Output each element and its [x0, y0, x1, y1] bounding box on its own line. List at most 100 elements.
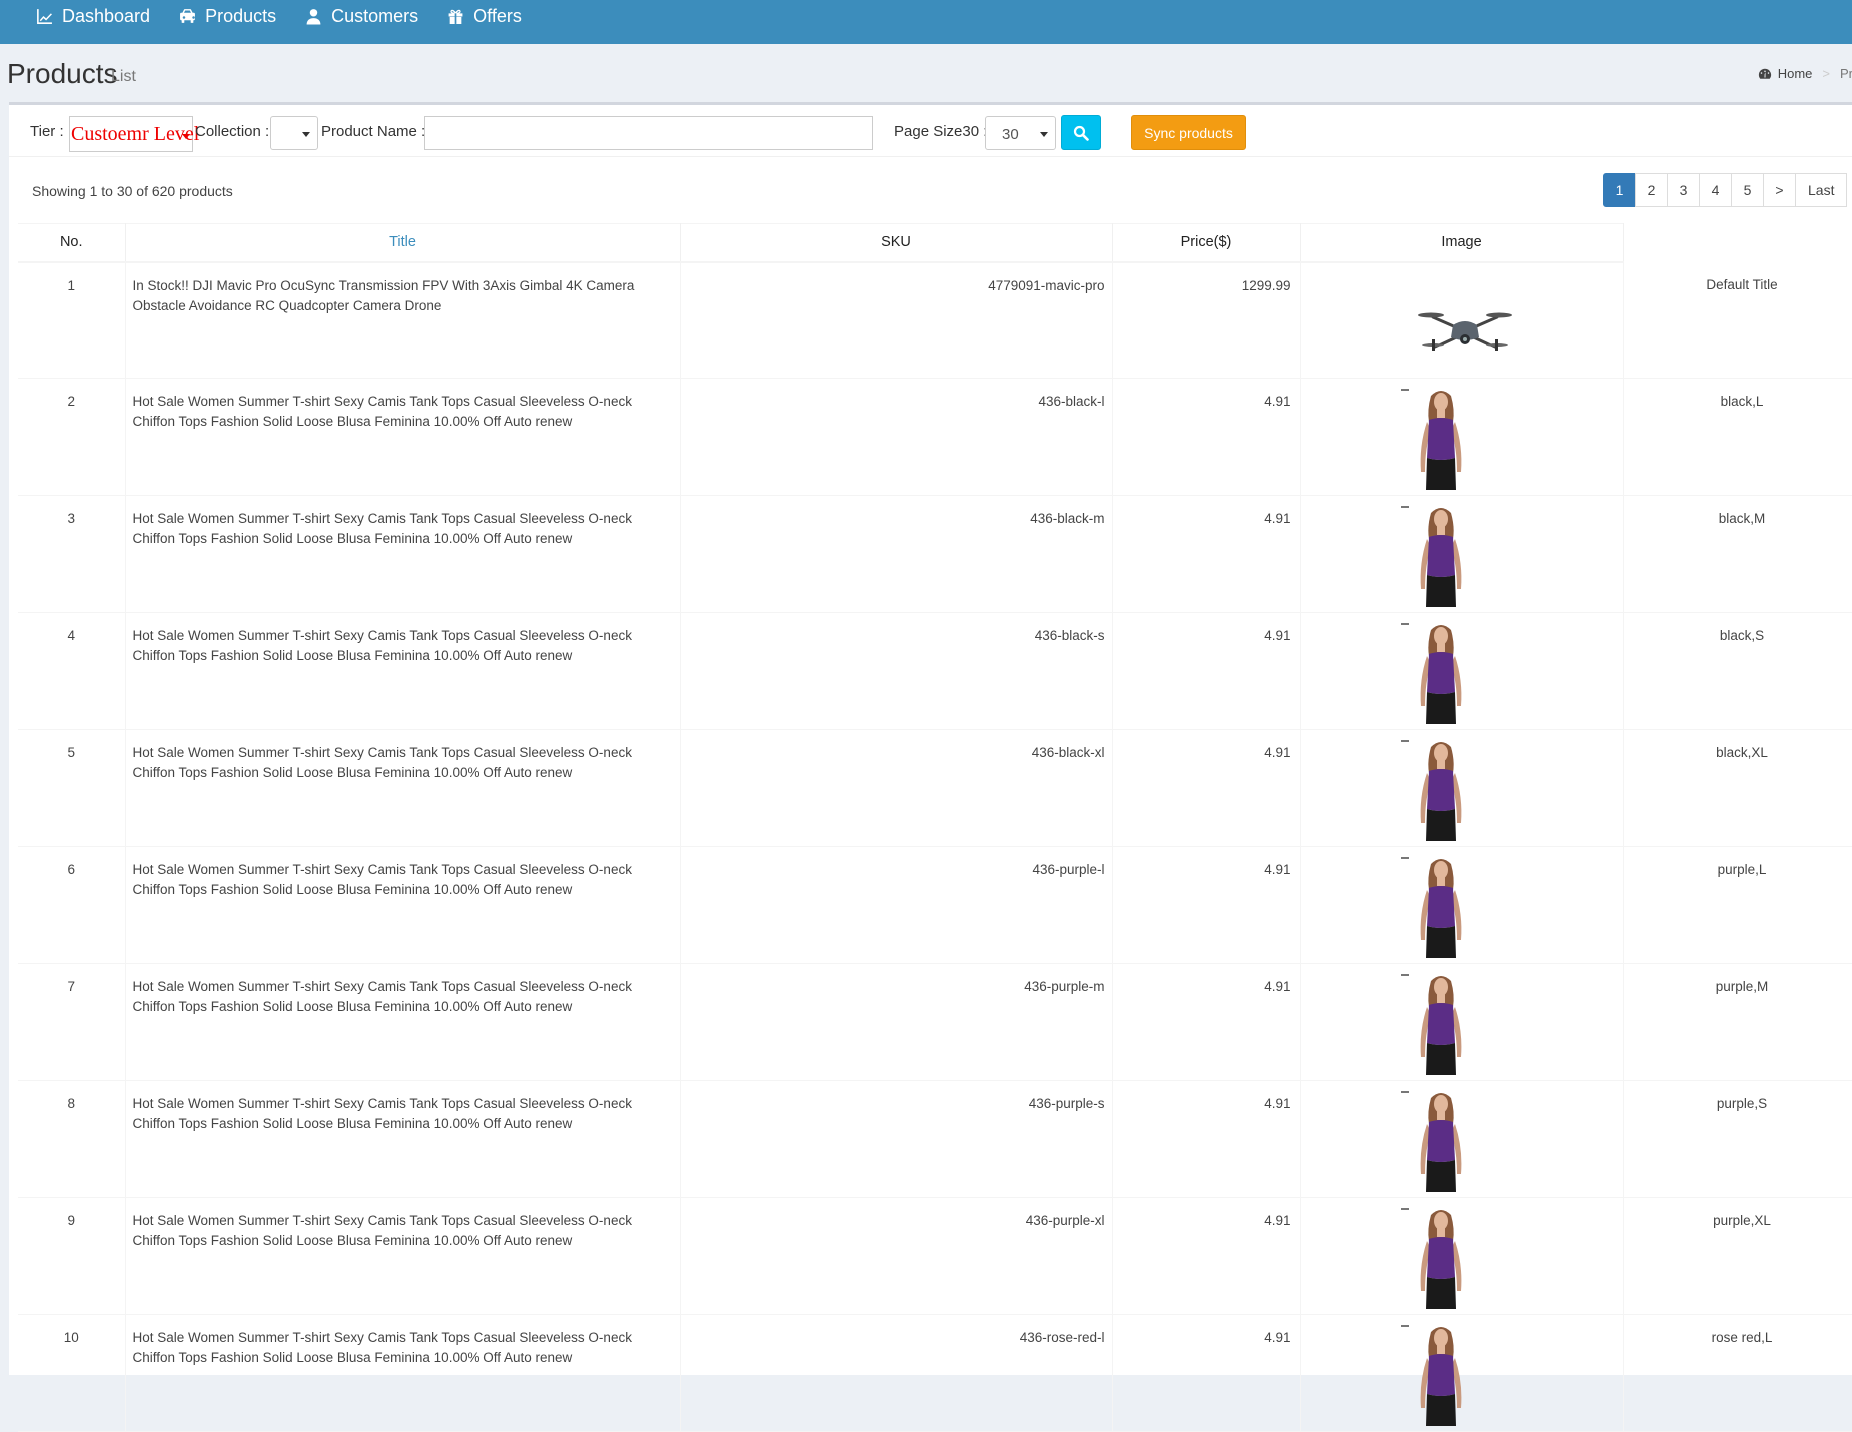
product-title: Hot Sale Women Summer T-shirt Sexy Camis…	[125, 378, 681, 496]
products-table: No. Title SKU Price($) Image 1 In Stock!…	[18, 223, 1852, 1432]
image-dash	[1400, 857, 1409, 859]
product-image-cell	[1300, 729, 1624, 847]
collection-label: Collection :	[195, 123, 270, 140]
product-name-input[interactable]	[424, 116, 873, 150]
tank-top-image	[1420, 391, 1461, 490]
product-sku: 4779091-mavic-pro	[680, 261, 1113, 379]
page-1-button[interactable]: 1	[1603, 173, 1636, 207]
row-number: 1	[18, 261, 126, 379]
breadcrumb-home[interactable]: Home	[1778, 66, 1813, 81]
dashboard-icon	[1758, 68, 1771, 79]
column-header-title[interactable]: Title	[125, 223, 681, 263]
tier-value: Custoemr Level	[71, 123, 200, 145]
product-thumbnail[interactable]	[1400, 620, 1521, 724]
product-title: Hot Sale Women Summer T-shirt Sexy Camis…	[125, 1314, 681, 1432]
tank-top-image	[1420, 742, 1461, 841]
sync-products-button[interactable]: Sync products	[1131, 115, 1246, 150]
search-icon	[1073, 125, 1089, 141]
page-2-button[interactable]: 2	[1635, 173, 1668, 207]
product-title: Hot Sale Women Summer T-shirt Sexy Camis…	[125, 1080, 681, 1198]
image-dash	[1400, 974, 1409, 976]
product-sku: 436-black-l	[680, 378, 1113, 496]
product-image-cell	[1300, 1197, 1624, 1315]
product-title: Hot Sale Women Summer T-shirt Sexy Camis…	[125, 1197, 681, 1315]
page-size-value: 30	[1002, 126, 1019, 143]
product-variant: purple,L	[1623, 846, 1852, 964]
breadcrumb: Home > Products	[1758, 66, 1852, 81]
product-variant: purple,S	[1623, 1080, 1852, 1198]
chevron-down-icon	[1040, 132, 1048, 137]
table-row: 9 Hot Sale Women Summer T-shirt Sexy Cam…	[18, 1197, 1852, 1315]
breadcrumb-separator: >	[1822, 66, 1830, 81]
last-page-button[interactable]: Last	[1795, 173, 1848, 207]
product-thumbnail[interactable]	[1400, 737, 1521, 841]
product-sku: 436-purple-m	[680, 963, 1113, 1081]
page-5-button[interactable]: 5	[1731, 173, 1764, 207]
product-thumbnail[interactable]	[1400, 386, 1521, 490]
product-variant: purple,XL	[1623, 1197, 1852, 1315]
row-number: 5	[18, 729, 126, 847]
tank-top-image	[1420, 859, 1461, 958]
product-title: Hot Sale Women Summer T-shirt Sexy Camis…	[125, 963, 681, 1081]
table-row: 3 Hot Sale Women Summer T-shirt Sexy Cam…	[18, 495, 1852, 613]
column-header-no: No.	[18, 223, 126, 263]
product-image-cell	[1300, 963, 1624, 1081]
collection-select[interactable]	[270, 116, 318, 150]
table-row: 2 Hot Sale Women Summer T-shirt Sexy Cam…	[18, 378, 1852, 496]
product-variant: black,S	[1623, 612, 1852, 730]
column-header-variant	[1623, 223, 1852, 262]
product-title: Hot Sale Women Summer T-shirt Sexy Camis…	[125, 846, 681, 964]
chevron-down-icon	[302, 132, 310, 137]
product-thumbnail[interactable]	[1400, 854, 1521, 958]
product-image-cell	[1300, 612, 1624, 730]
row-number: 9	[18, 1197, 126, 1315]
next-page-button[interactable]: >	[1763, 173, 1796, 207]
nav-item-products[interactable]: Products	[179, 0, 276, 38]
product-thumbnail[interactable]	[1415, 301, 1515, 361]
product-image-cell	[1300, 1080, 1624, 1198]
product-image-cell	[1300, 846, 1624, 964]
page-title: Products	[7, 58, 118, 89]
row-number: 2	[18, 378, 126, 496]
search-button[interactable]	[1061, 115, 1101, 150]
row-number: 3	[18, 495, 126, 613]
product-price: 4.91	[1112, 846, 1301, 964]
product-price: 4.91	[1112, 378, 1301, 496]
pagination: 1 2 3 4 5 > Last	[1603, 173, 1848, 207]
chevron-down-icon	[182, 134, 190, 139]
product-variant: black,L	[1623, 378, 1852, 496]
page-4-button[interactable]: 4	[1699, 173, 1732, 207]
table-row: 8 Hot Sale Women Summer T-shirt Sexy Cam…	[18, 1080, 1852, 1198]
nav-label: Offers	[473, 5, 522, 26]
product-thumbnail[interactable]	[1400, 503, 1521, 607]
tier-select[interactable]: Custoemr Level	[69, 116, 199, 152]
product-title: In Stock!! DJI Mavic Pro OcuSync Transmi…	[125, 261, 681, 379]
column-header-sku: SKU	[680, 223, 1113, 263]
nav-label: Dashboard	[62, 5, 151, 26]
product-thumbnail[interactable]	[1400, 1322, 1521, 1426]
column-header-price: Price($)	[1112, 223, 1301, 263]
page-header: Products List Home > Products	[0, 44, 1852, 102]
nav-item-customers[interactable]: Customers	[305, 0, 418, 38]
nav-item-offers[interactable]: Offers	[447, 0, 522, 38]
nav-item-dashboard[interactable]: Dashboard	[36, 0, 150, 38]
page-3-button[interactable]: 3	[1667, 173, 1700, 207]
product-thumbnail[interactable]	[1400, 1088, 1521, 1192]
drone-image	[1417, 312, 1512, 351]
product-price: 4.91	[1112, 963, 1301, 1081]
product-price: 1299.99	[1112, 261, 1301, 379]
image-dash	[1400, 1091, 1409, 1093]
filter-bar: Tier : Custoemr Level Collection : Produ…	[9, 105, 1852, 157]
product-thumbnail[interactable]	[1400, 971, 1521, 1075]
product-thumbnail[interactable]	[1400, 1205, 1521, 1309]
page-size-select[interactable]: 30	[985, 116, 1056, 150]
product-sku: 436-rose-red-l	[680, 1314, 1113, 1432]
product-sku: 436-purple-l	[680, 846, 1113, 964]
product-variant: black,XL	[1623, 729, 1852, 847]
product-price: 4.91	[1112, 612, 1301, 730]
breadcrumb-products: Products	[1840, 66, 1852, 81]
table-row: 10 Hot Sale Women Summer T-shirt Sexy Ca…	[18, 1314, 1852, 1432]
product-image-cell	[1300, 378, 1624, 496]
image-dash	[1400, 740, 1409, 742]
row-number: 6	[18, 846, 126, 964]
